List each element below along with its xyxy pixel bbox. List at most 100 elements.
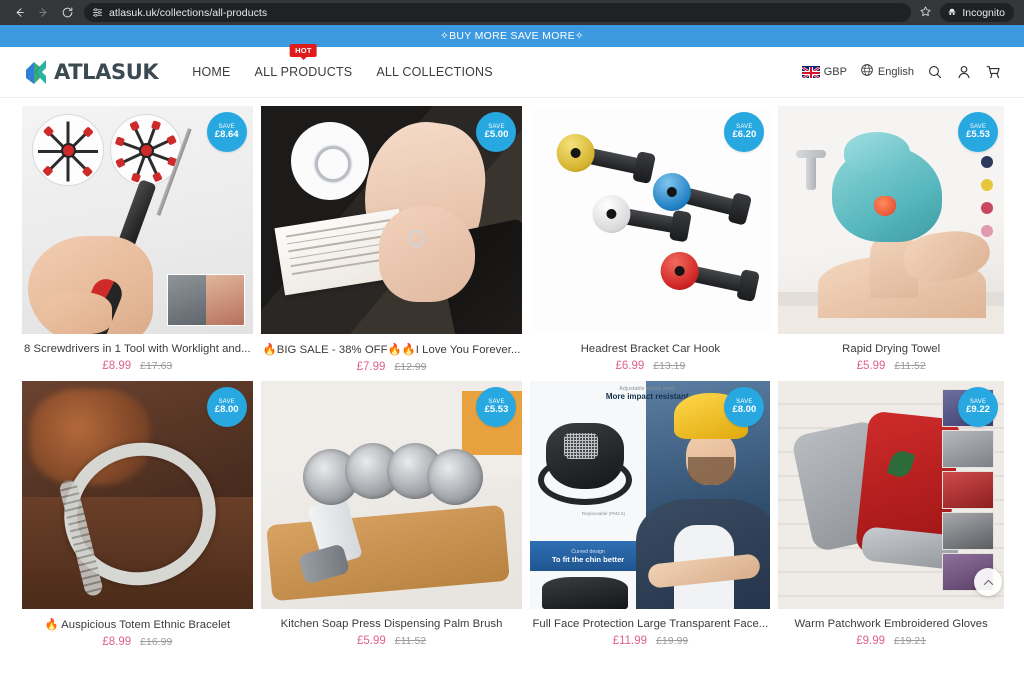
reload-button[interactable] xyxy=(56,2,78,24)
product-prices: £7.99 £12.99 xyxy=(261,361,523,373)
color-swatch[interactable] xyxy=(981,156,993,168)
product-image[interactable]: SAVE £5.53 xyxy=(778,106,1004,334)
product-title[interactable]: Rapid Drying Towel xyxy=(778,343,1004,355)
currency-label: GBP xyxy=(823,66,847,78)
announcement-bar[interactable]: ✧BUY MORE SAVE MORE✧ xyxy=(0,25,1024,47)
product-image[interactable]: SAVE £6.20 xyxy=(530,106,771,334)
color-swatch[interactable] xyxy=(981,179,993,191)
save-amount: £6.20 xyxy=(732,129,757,141)
compare-price: £19.99 xyxy=(656,635,689,647)
star-icon[interactable] xyxy=(919,5,932,21)
nav-label: ALL PRODUCTS xyxy=(254,65,353,79)
save-badge: SAVE £9.22 xyxy=(958,387,998,427)
product-title[interactable]: Kitchen Soap Press Dispensing Palm Brush xyxy=(261,618,523,630)
product-title[interactable]: Full Face Protection Large Transparent F… xyxy=(530,618,770,630)
compare-price: £17.63 xyxy=(140,360,173,372)
product-image[interactable]: SAVE £8.64 xyxy=(22,106,253,334)
save-amount: £5.53 xyxy=(966,129,990,141)
product-prices: £5.99 £11.52 xyxy=(261,635,523,647)
scroll-to-top-button[interactable] xyxy=(974,568,1002,596)
product-image[interactable]: SAVE £9.22 xyxy=(778,381,1004,609)
compare-price: £16.99 xyxy=(140,636,173,648)
nav-label: HOME xyxy=(192,65,231,79)
compare-price: £11.52 xyxy=(394,635,427,647)
color-swatches[interactable] xyxy=(981,156,993,237)
color-swatch[interactable] xyxy=(981,202,993,214)
product-title[interactable]: 🔥BIG SALE - 38% OFF🔥🔥I Love You Forever.… xyxy=(261,343,523,356)
product-card[interactable]: SAVE £5.00 🔥BIG SALE - 38% OFF🔥🔥I Love Y… xyxy=(260,106,523,373)
save-amount: £5.00 xyxy=(484,129,509,141)
reload-icon xyxy=(62,7,72,18)
browser-toolbar: atlasuk.uk/collections/all-products Inco… xyxy=(0,0,1024,25)
image-caption-pm: Replaceable (PM2.5) xyxy=(581,511,626,516)
product-grid: SAVE £8.64 8 Screwdrivers in 1 Tool with… xyxy=(0,98,1024,648)
product-card[interactable]: SAVE £9.22 Warm Patchwork Embroidered Gl… xyxy=(778,381,1004,648)
header-utilities: GBP English xyxy=(801,63,1002,82)
product-title[interactable]: 8 Screwdrivers in 1 Tool with Worklight … xyxy=(22,343,253,355)
product-card[interactable]: SAVE £8.64 8 Screwdrivers in 1 Tool with… xyxy=(22,106,253,373)
announcement-text: ✧BUY MORE SAVE MORE✧ xyxy=(440,30,584,42)
uk-flag-icon xyxy=(801,66,820,78)
incognito-hat-icon xyxy=(947,4,957,22)
nav-item-all-collections[interactable]: ALL COLLECTIONS xyxy=(376,61,492,83)
site-header: ATLASUK HOME HOT ALL PRODUCTS ALL COLLEC… xyxy=(0,44,1024,98)
nav-item-all-products[interactable]: HOT ALL PRODUCTS xyxy=(254,44,353,83)
account-icon[interactable] xyxy=(956,64,972,80)
product-card[interactable]: Adjustable elastic band More impact resi… xyxy=(530,381,771,648)
product-title[interactable]: Warm Patchwork Embroidered Gloves xyxy=(778,618,1004,630)
nav-item-home[interactable]: HOME xyxy=(192,61,230,83)
save-amount: £5.53 xyxy=(484,404,509,416)
product-image[interactable]: SAVE £5.00 xyxy=(260,106,523,334)
site-logo[interactable]: ATLASUK xyxy=(24,58,159,86)
chevron-up-icon xyxy=(983,579,993,585)
product-image[interactable]: SAVE £5.53 xyxy=(260,381,523,609)
product-prices: £5.99 £11.52 xyxy=(778,360,1004,372)
product-image[interactable]: Adjustable elastic band More impact resi… xyxy=(530,381,771,609)
product-image[interactable]: SAVE £8.00 xyxy=(22,381,253,609)
currency-selector[interactable]: GBP xyxy=(801,66,847,78)
atlasuk-logo-icon xyxy=(24,58,50,86)
save-amount: £8.00 xyxy=(214,404,239,416)
hot-badge: HOT xyxy=(290,44,317,57)
search-icon[interactable] xyxy=(927,64,943,80)
forward-button[interactable] xyxy=(32,2,54,24)
image-caption-line4: To fit the chin better xyxy=(551,554,625,564)
back-button[interactable] xyxy=(8,2,30,24)
site-settings-icon[interactable] xyxy=(92,7,103,18)
product-card[interactable]: SAVE £6.20 Headrest Bracket Car Hook £6.… xyxy=(530,106,771,373)
logo-text: ATLASUK xyxy=(54,60,159,84)
sale-price: £8.99 xyxy=(102,360,132,372)
color-swatch[interactable] xyxy=(981,225,993,237)
language-selector[interactable]: English xyxy=(860,63,914,82)
save-badge: SAVE £8.64 xyxy=(206,112,247,152)
compare-price: £12.99 xyxy=(394,361,427,373)
save-badge: SAVE £8.00 xyxy=(206,387,247,427)
url-text: atlasuk.uk/collections/all-products xyxy=(109,6,268,19)
address-bar[interactable]: atlasuk.uk/collections/all-products xyxy=(84,3,912,22)
compare-price: £13.19 xyxy=(653,360,686,372)
browser-actions: Incognito xyxy=(919,3,1016,22)
product-title[interactable]: Headrest Bracket Car Hook xyxy=(530,343,770,355)
sale-price: £5.99 xyxy=(856,360,886,372)
incognito-indicator[interactable]: Incognito xyxy=(940,3,1014,22)
product-card[interactable]: SAVE £8.00 🔥 Auspicious Totem Ethnic Bra… xyxy=(22,381,253,648)
product-prices: £11.99 £19.99 xyxy=(530,635,770,647)
compare-price: £11.52 xyxy=(894,360,926,372)
save-amount: £8.64 xyxy=(214,129,239,141)
product-card[interactable]: SAVE £5.53 Kitchen Soap Press Dispensing… xyxy=(260,381,523,648)
save-badge: SAVE £5.53 xyxy=(958,112,998,152)
product-title[interactable]: 🔥 Auspicious Totem Ethnic Bracelet xyxy=(22,618,253,631)
sale-price: £8.99 xyxy=(102,636,132,648)
sale-price: £6.99 xyxy=(615,360,645,372)
globe-icon xyxy=(860,63,874,82)
save-amount: £9.22 xyxy=(966,404,990,416)
sale-price: £11.99 xyxy=(612,635,648,647)
sale-price: £9.99 xyxy=(856,635,885,647)
sale-price: £7.99 xyxy=(356,361,386,373)
sale-price: £5.99 xyxy=(357,635,386,647)
product-card[interactable]: SAVE £5.53 Rapid Drying Towel £5.99 £11.… xyxy=(778,106,1004,373)
cart-icon[interactable] xyxy=(985,64,1002,80)
back-arrow-icon xyxy=(16,8,24,17)
product-prices: £8.99 £16.99 xyxy=(22,636,253,648)
nav-label: ALL COLLECTIONS xyxy=(376,65,493,79)
